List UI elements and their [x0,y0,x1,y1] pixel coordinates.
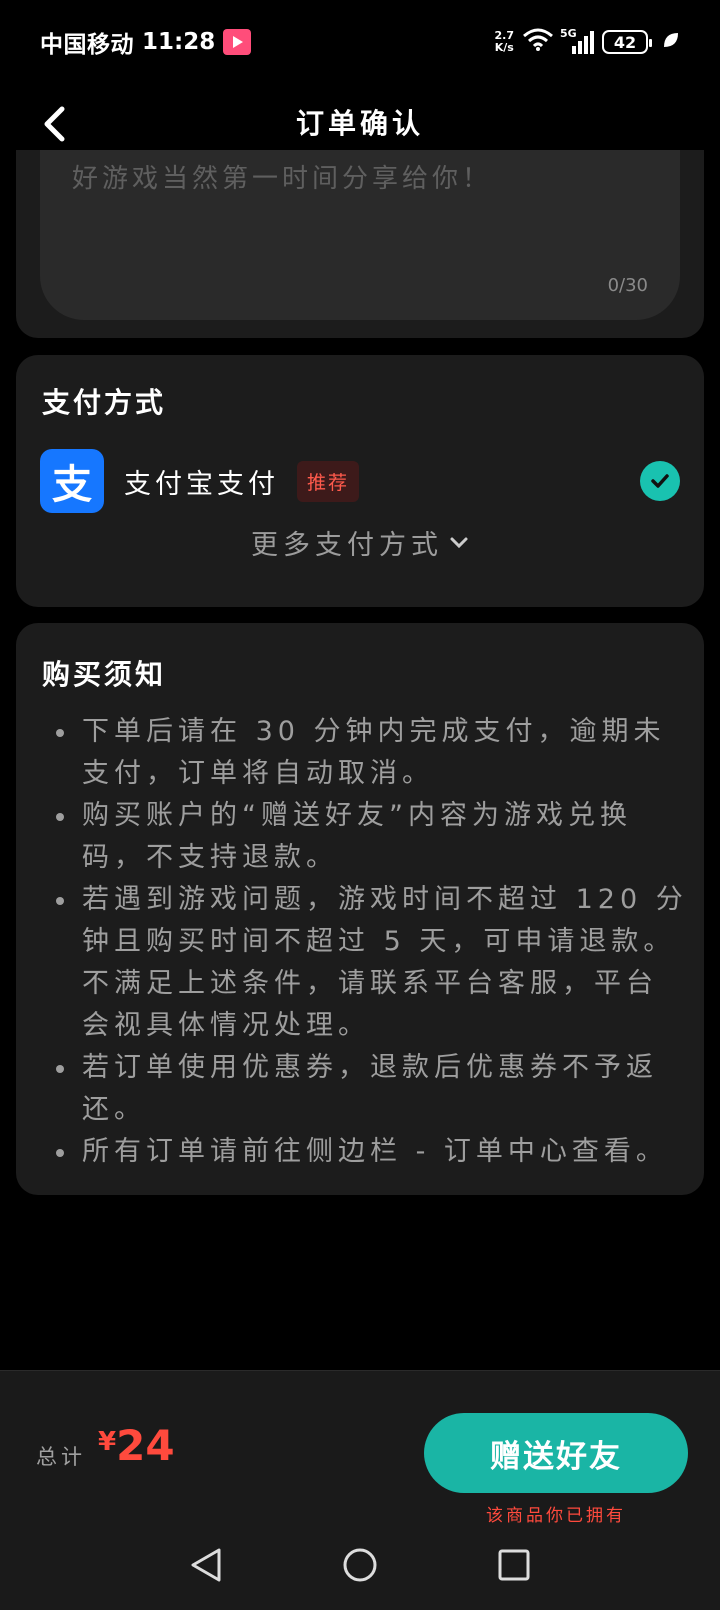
nav-home-icon[interactable] [338,1543,382,1587]
status-bar: 中国移动 11:28 2.7 K/s 5G 42 [0,0,720,84]
gift-message-card: 好游戏当然第一时间分享给你！ 0/30 [16,150,704,338]
battery-icon: 42 [602,30,652,54]
notice-list: 下单后请在 30 分钟内完成支付，逾期未支付，订单将自动取消。 购买账户的“赠送… [38,711,688,1173]
purchase-notice-card: 购买须知 下单后请在 30 分钟内完成支付，逾期未支付，订单将自动取消。 购买账… [16,623,704,1195]
play-badge-icon [223,29,252,55]
notice-section-title: 购买须知 [42,658,167,691]
price-amount: 24 [116,1421,175,1470]
message-placeholder: 好游戏当然第一时间分享给你！ [72,164,493,194]
list-item: 下单后请在 30 分钟内完成支付，逾期未支付，订单将自动取消。 [38,711,688,795]
status-icons: 2.7 K/s 5G 42 [494,27,681,56]
page-title: 订单确认 [295,107,424,140]
gift-message-input[interactable]: 好游戏当然第一时间分享给你！ 0/30 [40,150,680,320]
clock: 11:28 [142,29,216,55]
total-price: ¥24 [98,1421,175,1470]
more-payment-methods[interactable]: 更多支付方式 [16,523,704,562]
list-item: 购买账户的“赠送好友”内容为游戏兑换码，不支持退款。 [38,795,688,879]
recommend-badge: 推荐 [297,460,360,502]
nav-back-icon[interactable] [184,1543,228,1587]
list-item: 若遇到游戏问题，游戏时间不超过 120 分钟且购买时间不超过 5 天，可申请退款… [38,879,688,1047]
signal-icon: 5G [560,27,594,54]
alipay-option[interactable]: 支 支付宝支付 推荐 [40,449,680,513]
system-nav-bar [0,1520,720,1610]
list-item: 若订单使用优惠券，退款后优惠券不予返还。 [38,1047,688,1131]
list-item: 所有订单请前往侧边栏 - 订单中心查看。 [38,1131,688,1173]
wifi-icon [522,28,554,56]
battery-level: 42 [613,32,637,52]
leaf-icon [662,31,680,53]
nav-recents-icon[interactable] [492,1543,536,1587]
checkout-bar: 总计 ¥24 赠送好友 该商品你已拥有 [0,1370,720,1610]
order-confirm-screen: 中国移动 11:28 2.7 K/s 5G 42 订单确认 好游戏当然第一时间分… [0,0,720,1610]
total-label: 总计 [36,1445,86,1469]
more-payment-label: 更多支付方式 [251,530,443,561]
payment-section-title: 支付方式 [42,386,167,419]
gift-friend-button[interactable]: 赠送好友 [424,1413,688,1493]
chevron-down-icon [450,537,468,548]
currency-symbol: ¥ [98,1427,117,1457]
payment-method-card: 支付方式 支 支付宝支付 推荐 更多支付方式 [16,355,704,607]
alipay-label: 支付宝支付 [124,468,279,500]
check-icon[interactable] [640,461,680,501]
net-speed: 2.7 K/s [494,29,515,54]
alipay-logo: 支 [40,449,104,513]
carrier-name: 中国移动 [40,32,134,58]
network-type: 5G [560,26,577,40]
char-counter: 0/30 [607,275,648,296]
